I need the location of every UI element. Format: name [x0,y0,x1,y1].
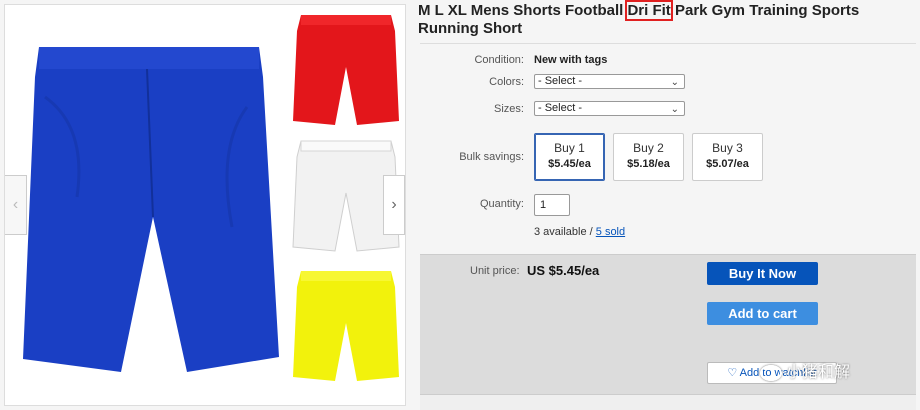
bulk-option-name: Buy 2 [633,141,664,155]
title-highlight: Dri Fit [625,0,673,21]
chevron-down-icon: ⌄ [670,77,679,88]
sold-count-link[interactable]: 5 sold [596,226,625,238]
colors-select[interactable]: - Select - ⌄ [534,74,685,89]
available-count: 3 available / [534,226,596,238]
image-gallery: ‹ › [4,4,406,406]
bulk-option-name: Buy 3 [712,141,743,155]
heart-icon: ♡ [727,367,738,379]
thumbnail-red[interactable] [291,11,401,129]
colors-label: Colors: [489,76,524,88]
watermark: 小猪和解 [760,358,850,382]
chevron-right-icon: › [391,196,397,213]
sizes-label: Sizes: [494,103,524,115]
add-to-cart-button[interactable]: Add to cart [707,302,818,325]
unit-price-value: US $5.45/ea [527,263,600,278]
wechat-icon [760,364,782,381]
bulk-savings-label: Bulk savings: [459,151,524,163]
availability-text: 3 available / 5 sold [534,226,625,238]
colors-select-value: - Select - [538,75,583,87]
sizes-select-value: - Select - [538,102,583,114]
title-divider [420,43,916,44]
bulk-option-buy-3[interactable]: Buy 3 $5.07/ea [692,133,763,181]
product-title: M L XL Mens Shorts Football Dri Fit Park… [418,0,916,38]
bulk-option-buy-1[interactable]: Buy 1 $5.45/ea [534,133,605,181]
bulk-option-price: $5.18/ea [627,158,670,170]
bulk-option-name: Buy 1 [554,141,585,155]
bottom-strip [420,394,916,410]
quantity-label: Quantity: [479,198,524,210]
condition-label: Condition: [474,54,524,66]
chevron-down-icon: ⌄ [670,104,679,115]
bulk-option-price: $5.07/ea [706,158,749,170]
previous-image-button[interactable]: ‹ [5,175,27,235]
bulk-option-buy-2[interactable]: Buy 2 $5.18/ea [613,133,684,181]
buy-it-now-button[interactable]: Buy It Now [707,262,818,285]
buy-box [420,254,916,410]
watermark-text: 小猪和解 [786,364,851,381]
main-product-image[interactable] [17,37,289,387]
thumbnail-yellow[interactable] [291,267,401,385]
condition-value: New with tags [534,54,608,66]
chevron-left-icon: ‹ [12,196,19,213]
title-text-start: M L XL Mens Shorts Football [418,2,628,19]
unit-price-label: Unit price: [470,265,520,277]
sizes-select[interactable]: - Select - ⌄ [534,101,685,116]
quantity-input[interactable]: 1 [534,194,570,216]
next-image-button[interactable]: › [383,175,405,235]
bulk-option-price: $5.45/ea [548,158,591,170]
